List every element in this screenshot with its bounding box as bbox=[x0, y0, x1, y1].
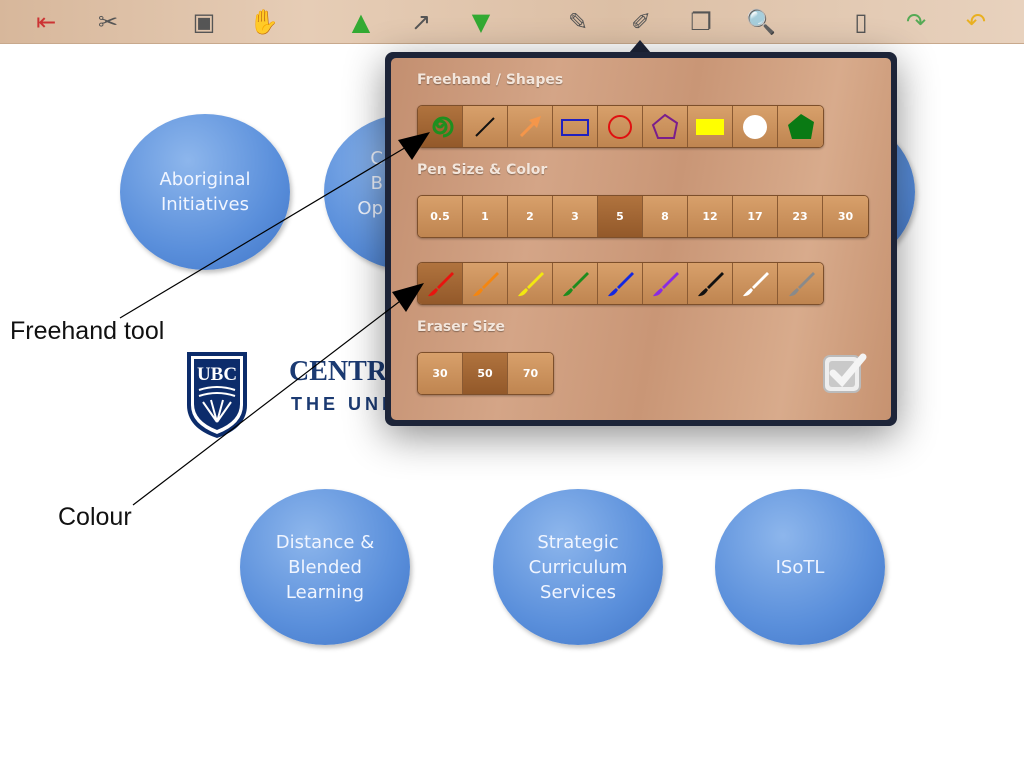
eraser-size-button[interactable]: 30 bbox=[418, 353, 463, 394]
pen-size-button[interactable]: 8 bbox=[643, 196, 688, 237]
pen-size-button[interactable]: 2 bbox=[508, 196, 553, 237]
note-icon[interactable]: ▯ bbox=[845, 6, 877, 38]
shape-line-button[interactable] bbox=[463, 106, 508, 147]
circle-strategic-curriculum-services[interactable]: Strategic Curriculum Services bbox=[493, 489, 663, 645]
pen-size-button[interactable]: 3 bbox=[553, 196, 598, 237]
shape-filled-polygon-button[interactable] bbox=[778, 106, 823, 147]
shape-filled-circle-button[interactable] bbox=[733, 106, 778, 147]
undo-icon[interactable]: ↶ bbox=[960, 6, 992, 38]
eraser-size-button[interactable]: 50 bbox=[463, 353, 508, 394]
freehand-tool-annotation: Freehand tool bbox=[10, 317, 165, 345]
paintbrush-icon bbox=[743, 271, 769, 296]
zoom-icon[interactable]: 🔍 bbox=[745, 6, 777, 38]
svg-text:UBC: UBC bbox=[197, 364, 237, 385]
freehand-shapes-title: Freehand / Shapes bbox=[417, 72, 564, 88]
pencil-icon[interactable]: ✎ bbox=[562, 6, 594, 38]
pen-size-button[interactable]: 23 bbox=[778, 196, 823, 237]
circle-hidden-label: C B Op bbox=[357, 148, 383, 219]
page-up-icon[interactable]: ▲ bbox=[345, 6, 377, 38]
paintbrush-icon bbox=[788, 271, 815, 296]
draw-settings-icon[interactable]: ✐ bbox=[625, 6, 657, 38]
paintbrush-icon bbox=[518, 271, 544, 296]
pen-size-button[interactable]: 0.5 bbox=[418, 196, 463, 237]
pen-size-button[interactable]: 30 bbox=[823, 196, 868, 237]
pen-size-button[interactable]: 17 bbox=[733, 196, 778, 237]
circle-distance-blended-learning[interactable]: Distance & Blended Learning bbox=[240, 489, 410, 645]
pen-size-selector: 0.5 1 2 3 5 8 12 17 23 30 bbox=[417, 195, 869, 238]
windows-icon[interactable]: ❐ bbox=[685, 6, 717, 38]
paintbrush-icon bbox=[563, 271, 589, 296]
stop-icon[interactable]: ✋ bbox=[248, 6, 280, 38]
ubc-logo: UBC CENTRE THE UNI bbox=[185, 350, 406, 444]
freehand-icon bbox=[432, 116, 454, 137]
circle-icon bbox=[608, 114, 632, 139]
paintbrush-icon bbox=[608, 271, 634, 296]
color-selector bbox=[417, 262, 824, 305]
paintbrush-icon bbox=[473, 271, 499, 296]
filled-rectangle-icon bbox=[696, 118, 724, 135]
color-brush-button[interactable] bbox=[733, 263, 778, 304]
projector-icon[interactable]: ▣ bbox=[188, 6, 220, 38]
toolbar: ⇤ ✂ ▣ ✋ ▲ ↗ ▼ ✎ ✐ ❐ 🔍 ▯ ↷ ↶ bbox=[0, 0, 1024, 44]
color-brush-button[interactable] bbox=[598, 263, 643, 304]
color-brush-button[interactable] bbox=[688, 263, 733, 304]
circle-aboriginal-initiatives[interactable]: Aboriginal Initiatives bbox=[120, 114, 290, 270]
shape-arrow-button[interactable] bbox=[508, 106, 553, 147]
color-brush-button[interactable] bbox=[418, 263, 463, 304]
color-brush-button[interactable] bbox=[508, 263, 553, 304]
circle-isotl[interactable]: ISoTL bbox=[715, 489, 885, 645]
redo-icon[interactable]: ↷ bbox=[900, 6, 932, 38]
done-checkbox-button[interactable] bbox=[821, 351, 867, 395]
color-brush-button[interactable] bbox=[778, 263, 823, 304]
pen-size-button[interactable]: 12 bbox=[688, 196, 733, 237]
export-icon[interactable]: ↗ bbox=[405, 6, 437, 38]
filled-polygon-icon bbox=[787, 113, 814, 139]
eraser-size-button[interactable]: 70 bbox=[508, 353, 553, 394]
color-brush-button[interactable] bbox=[643, 263, 688, 304]
drawing-settings-popup: Freehand / Shapes Pen Size & Color 0.5 1 2… bbox=[385, 52, 897, 426]
shape-selector bbox=[417, 105, 824, 148]
shape-filled-rectangle-button[interactable] bbox=[688, 106, 733, 147]
pen-size-button[interactable]: 1 bbox=[463, 196, 508, 237]
paintbrush-icon bbox=[428, 271, 454, 296]
eraser-size-title: Eraser Size bbox=[417, 319, 506, 335]
eraser-size-selector: 30 50 70 bbox=[417, 352, 554, 395]
arrow-icon bbox=[519, 115, 541, 137]
rectangle-icon bbox=[561, 118, 589, 136]
pen-size-color-title: Pen Size & Color bbox=[417, 162, 548, 178]
shape-rectangle-button[interactable] bbox=[553, 106, 598, 147]
colour-annotation: Colour bbox=[58, 503, 132, 531]
shape-freehand-button[interactable] bbox=[418, 106, 463, 147]
page-down-icon[interactable]: ▼ bbox=[465, 6, 497, 38]
color-brush-button[interactable] bbox=[553, 263, 598, 304]
color-brush-button[interactable] bbox=[463, 263, 508, 304]
shape-polygon-button[interactable] bbox=[643, 106, 688, 147]
exit-icon[interactable]: ⇤ bbox=[30, 6, 62, 38]
shape-circle-button[interactable] bbox=[598, 106, 643, 147]
tools-icon[interactable]: ✂ bbox=[92, 6, 124, 38]
svg-text:THE UNI: THE UNI bbox=[291, 394, 391, 414]
filled-circle-icon bbox=[743, 114, 767, 139]
paintbrush-icon bbox=[653, 271, 679, 296]
paintbrush-icon bbox=[698, 271, 724, 296]
pen-size-button[interactable]: 5 bbox=[598, 196, 643, 237]
polygon-icon bbox=[651, 113, 679, 139]
line-icon bbox=[475, 116, 495, 137]
